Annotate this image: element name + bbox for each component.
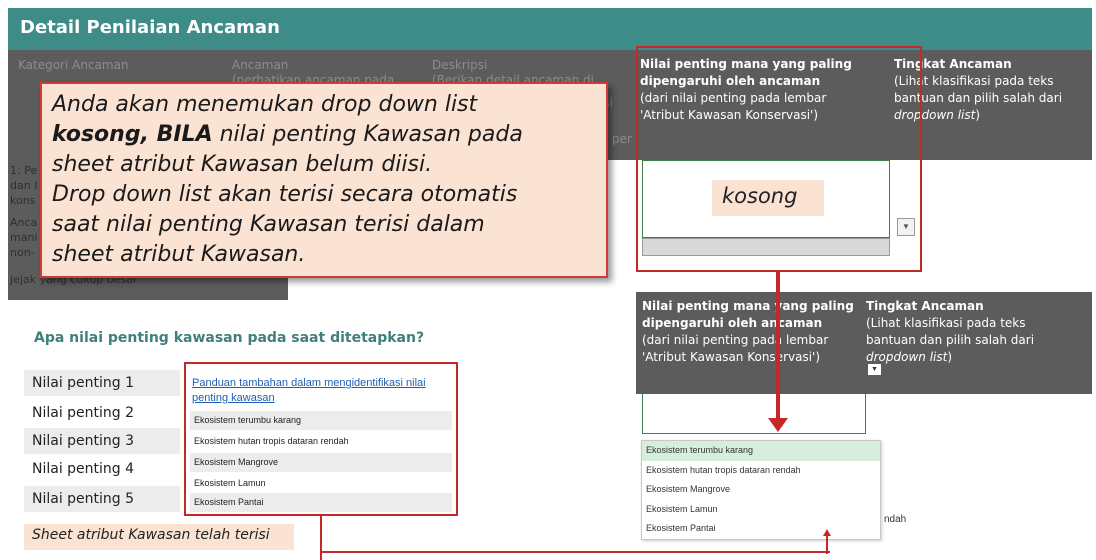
tutorial-screenshot: Detail Penilaian Ancaman Kategori Ancama… <box>0 0 1096 560</box>
nilai-penting-row: Nilai penting 2 <box>32 405 135 421</box>
callout-box: Anda akan menemukan drop down list koson… <box>40 82 608 278</box>
panduan-link[interactable]: Panduan tambahan dalam mengidentifikasi … <box>192 376 452 406</box>
callout-line-1: Anda akan menemukan drop down list <box>52 92 478 117</box>
dropdown-option[interactable]: Ekosistem Pantai <box>642 519 880 539</box>
tingkat-header2-sub-2: bantuan dan pilih salah dari <box>866 333 1035 347</box>
row-text-1: 1: Pe <box>10 164 38 177</box>
tingkat-header-end: ) <box>975 108 981 122</box>
tingkat-header2-sub-1: (Lihat klasifikasi pada teks <box>866 316 1026 330</box>
pointer-arrow-shaft <box>776 272 780 422</box>
ekosistem-row[interactable]: Ekosistem Lamun <box>190 474 452 493</box>
tingkat-ancaman-header-2: Tingkat Ancaman (Lihat klasifikasi pada … <box>866 298 1090 366</box>
ekosistem-row[interactable]: Ekosistem Pantai <box>190 493 452 512</box>
nilai-penting-row: Nilai penting 3 <box>24 428 180 454</box>
callout-line-2: kosong, BILA nilai penting Kawasan pada <box>52 120 596 150</box>
nilai-header2-bold-1: Nilai penting mana yang paling <box>642 299 854 313</box>
dropdown-list[interactable]: Ekosistem terumbu karang Ekosistem hutan … <box>641 440 881 540</box>
dropdown-option[interactable]: Ekosistem Mangrove <box>642 480 880 500</box>
nilai-header2-sub-2: 'Atribut Kawasan Konservasi') <box>642 350 821 364</box>
column-header-kategori: Kategori Ancaman <box>18 58 129 72</box>
callout-line-3: sheet atribut Kawasan belum diisi. <box>52 152 433 177</box>
nilai-penting-row: Nilai penting 1 <box>24 370 180 396</box>
nilai-penting-row: Nilai penting 4 <box>32 461 135 477</box>
row-text-3: kons <box>10 194 36 207</box>
tingkat-ancaman-header: Tingkat Ancaman (Lihat klasifikasi pada … <box>894 56 1090 124</box>
callout-line-4: Drop down list akan terisi secara otomat… <box>52 182 518 207</box>
dropdown-peek-text: ndah <box>884 514 907 525</box>
tingkat-header2-bold: Tingkat Ancaman <box>866 299 984 313</box>
row-text-4: Anca <box>10 216 38 229</box>
tingkat-header2-italic: dropdown list <box>866 350 948 364</box>
tingkat-header-sub-1: (Lihat klasifikasi pada teks <box>894 74 1054 88</box>
callout-line-5: saat nilai penting Kawasan terisi dalam <box>52 212 485 237</box>
connector-line-horizontal <box>320 551 830 553</box>
tingkat-header2-end: ) <box>947 350 953 364</box>
callout-line-2-rest: nilai penting Kawasan pada <box>212 122 523 147</box>
callout-bold: kosong, BILA <box>52 122 213 147</box>
ekosistem-row[interactable]: Ekosistem hutan tropis dataran rendah <box>190 432 452 451</box>
highlight-frame-empty <box>636 46 922 272</box>
nilai-penting-header-2: Nilai penting mana yang paling dipengaru… <box>642 298 858 366</box>
connector-line-vertical <box>320 516 322 560</box>
filled-dropdown-cell[interactable] <box>642 394 866 434</box>
title-bar: Detail Penilaian Ancaman <box>8 8 1092 50</box>
row-text-5: mani <box>10 231 38 244</box>
page-title: Detail Penilaian Ancaman <box>20 17 280 38</box>
dropdown-option[interactable]: Ekosistem hutan tropis dataran rendah <box>642 461 880 481</box>
nilai-header2-sub-1: (dari nilai penting pada lembar <box>642 333 829 347</box>
question-heading: Apa nilai penting kawasan pada saat dite… <box>34 330 425 346</box>
dropdown-option[interactable]: Ekosistem terumbu karang <box>642 441 880 461</box>
nilai-header2-bold-2: dipengaruhi oleh ancaman <box>642 316 823 330</box>
dropdown-option[interactable]: Ekosistem Lamun <box>642 500 880 520</box>
column-header-deskripsi-label: Deskripsi <box>432 58 488 72</box>
callout-line-6: sheet atribut Kawasan. <box>52 242 306 267</box>
caption-filled: Sheet atribut Kawasan telah terisi <box>24 524 294 550</box>
column-header-ancaman-label: Ancaman <box>232 58 289 72</box>
connector-arrow-shaft <box>826 534 828 554</box>
caption-filled-text: Sheet atribut Kawasan telah terisi <box>32 527 270 543</box>
arrow-down-icon <box>768 418 788 432</box>
row-text-2: dan I <box>10 179 38 192</box>
ekosistem-row[interactable]: Ekosistem terumbu karang <box>190 411 452 430</box>
arrow-up-icon <box>823 529 831 536</box>
row-text-6: non- <box>10 246 35 259</box>
dropdown-arrow-button-2[interactable]: ▼ <box>868 364 881 375</box>
ekosistem-row[interactable]: Ekosistem Mangrove <box>190 453 452 472</box>
chevron-down-icon: ▼ <box>871 366 878 373</box>
tingkat-header-sub-2: bantuan dan pilih salah dari <box>894 91 1063 105</box>
nilai-penting-row: Nilai penting 5 <box>24 486 180 512</box>
